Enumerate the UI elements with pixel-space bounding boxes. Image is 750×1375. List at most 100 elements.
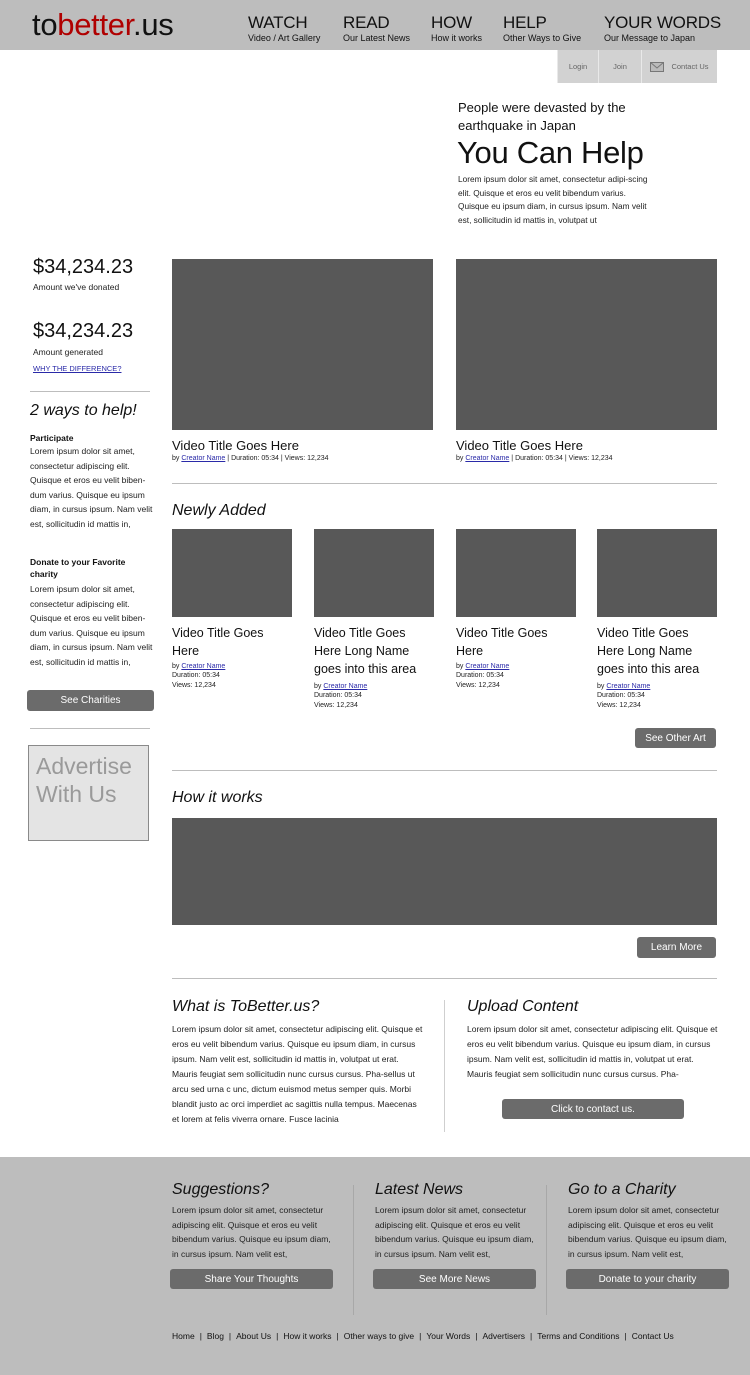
by-label: by	[456, 663, 464, 670]
participate-heading: Participate	[30, 433, 74, 443]
creator-link[interactable]: Creator Name	[465, 663, 509, 670]
meta-separator: |	[227, 455, 230, 462]
footer-links: Home | Blog | About Us | How it works | Other wa…	[172, 1331, 674, 1341]
login-button[interactable]: Login	[557, 50, 598, 83]
creator-link[interactable]: Creator Name	[465, 455, 509, 462]
nav-your-words[interactable]: YOUR WORDS Our Message to Japan	[604, 13, 721, 44]
advertise-box[interactable]: Advertise With Us	[28, 745, 149, 841]
video-title[interactable]: Video Title Goes Here	[456, 624, 576, 660]
generated-label: Amount generated	[33, 347, 103, 357]
donate-charity-label: Donate to your charity	[598, 1273, 697, 1285]
nav-subtitle: Video / Art Gallery	[248, 33, 321, 43]
newly-added-title: Newly Added	[172, 502, 266, 519]
video-title[interactable]: Video Title Goes Here	[172, 437, 299, 454]
contact-us-cta-label: Click to contact us.	[551, 1103, 635, 1115]
link-separator: |	[276, 1331, 279, 1341]
see-more-news-label: See More News	[418, 1273, 491, 1285]
donated-amount: $34,234.23	[33, 256, 134, 278]
nav-subtitle: Our Latest News	[343, 33, 411, 43]
how-it-works-media[interactable]	[172, 818, 717, 925]
nav-title: WATCH	[248, 13, 308, 32]
link-separator: |	[475, 1331, 478, 1341]
nav-subtitle: How it works	[431, 33, 483, 43]
nav-watch[interactable]: WATCH Video / Art Gallery	[248, 13, 320, 44]
creator-link[interactable]: Creator Name	[181, 455, 225, 462]
views: Views: 12,234	[568, 455, 613, 462]
footer-link-about[interactable]: About Us	[236, 1331, 271, 1341]
how-it-works-title: How it works	[172, 789, 263, 806]
footer-link-your-words[interactable]: Your Words	[426, 1331, 470, 1341]
nav-subtitle: Our Message to Japan	[604, 33, 696, 43]
section-divider	[172, 978, 717, 979]
see-other-art-button[interactable]: See Other Art	[635, 728, 716, 748]
go-to-charity-body: Lorem ipsum dolor sit amet, consectetur …	[568, 1205, 727, 1259]
link-separator: |	[530, 1331, 533, 1341]
share-thoughts-label: Share Your Thoughts	[204, 1273, 299, 1285]
video-meta: by Creator Name Duration: 05:34 Views: 1…	[172, 662, 292, 690]
see-other-art-label: See Other Art	[645, 732, 706, 744]
nav-title: HOW	[431, 13, 472, 32]
learn-more-button[interactable]: Learn More	[637, 937, 716, 958]
creator-link[interactable]: Creator Name	[323, 683, 367, 690]
video-title[interactable]: Video Title Goes Here Long Name goes int…	[597, 624, 717, 678]
contact-us-cta-button[interactable]: Click to contact us.	[502, 1099, 684, 1119]
ways-to-help-title: 2 ways to help!	[30, 402, 137, 419]
logo-part-us: .us	[133, 7, 174, 42]
donate-charity-button[interactable]: Donate to your charity	[566, 1269, 729, 1289]
footer-link-home[interactable]: Home	[172, 1331, 195, 1341]
video-title[interactable]: Video Title Goes Here Long Name goes int…	[314, 624, 434, 678]
footer-link-terms[interactable]: Terms and Conditions	[537, 1331, 619, 1341]
footer-link-contact[interactable]: Contact Us	[632, 1331, 674, 1341]
donate-body: Lorem ipsum dolor sit amet, consectetur …	[30, 584, 153, 667]
share-thoughts-button[interactable]: Share Your Thoughts	[170, 1269, 333, 1289]
nav-title: READ	[343, 13, 390, 32]
footer-column-divider	[353, 1185, 354, 1315]
video-thumbnail[interactable]	[172, 529, 292, 617]
latest-news-body: Lorem ipsum dolor sit amet, consectetur …	[375, 1205, 534, 1259]
video-title[interactable]: Video Title Goes Here	[456, 437, 583, 454]
views: Views: 12,234	[172, 681, 216, 689]
see-charities-button[interactable]: See Charities	[27, 690, 154, 711]
meta-separator: |	[280, 455, 283, 462]
hero-subtitle: People were devasted by the earthquake i…	[458, 100, 626, 133]
latest-news-title: Latest News	[375, 1181, 464, 1198]
by-label: by	[456, 455, 464, 462]
footer-link-how-it-works[interactable]: How it works	[283, 1331, 331, 1341]
logo-part-better: better	[57, 7, 134, 42]
join-button[interactable]: Join	[598, 50, 641, 83]
by-label: by	[172, 455, 180, 462]
video-thumbnail[interactable]	[314, 529, 434, 617]
creator-link[interactable]: Creator Name	[606, 683, 650, 690]
duration: Duration: 05:34	[597, 692, 645, 700]
login-label: Login	[568, 62, 588, 71]
video-thumbnail[interactable]	[456, 529, 576, 617]
see-more-news-button[interactable]: See More News	[373, 1269, 536, 1289]
footer-link-advertisers[interactable]: Advertisers	[483, 1331, 526, 1341]
footer-link-other-ways[interactable]: Other ways to give	[344, 1331, 414, 1341]
donate-heading: Donate to your Favorite charity	[30, 557, 126, 579]
video-title[interactable]: Video Title Goes Here	[172, 624, 292, 660]
section-divider	[172, 770, 717, 771]
participate-body: Lorem ipsum dolor sit amet, consectetur …	[30, 446, 153, 529]
nav-help[interactable]: HELP Other Ways to Give	[503, 13, 581, 44]
footer-link-blog[interactable]: Blog	[207, 1331, 224, 1341]
creator-link[interactable]: Creator Name	[181, 663, 225, 670]
nav-how[interactable]: HOW How it works	[431, 13, 482, 44]
generated-amount: $34,234.23	[33, 320, 134, 342]
video-thumbnail[interactable]	[172, 259, 433, 430]
views: Views: 12,234	[284, 455, 329, 462]
see-charities-label: See Charities	[60, 695, 121, 706]
site-logo[interactable]: tobetter.us	[32, 6, 174, 44]
video-thumbnail[interactable]	[456, 259, 717, 430]
duration: Duration: 05:34	[172, 672, 220, 680]
why-difference-link[interactable]: WHY THE DIFFERENCE?	[33, 364, 121, 373]
by-label: by	[172, 663, 180, 670]
what-is-body: Lorem ipsum dolor sit amet, consectetur …	[172, 1024, 423, 1124]
video-thumbnail[interactable]	[597, 529, 717, 617]
donated-label: Amount we've donated	[33, 282, 120, 292]
duration: Duration: 05:34	[456, 672, 504, 680]
contact-us-button[interactable]: Contact Us	[641, 50, 717, 83]
nav-read[interactable]: READ Our Latest News	[343, 13, 410, 44]
nav-title: YOUR WORDS	[604, 13, 722, 32]
footer-column-divider	[546, 1185, 547, 1315]
